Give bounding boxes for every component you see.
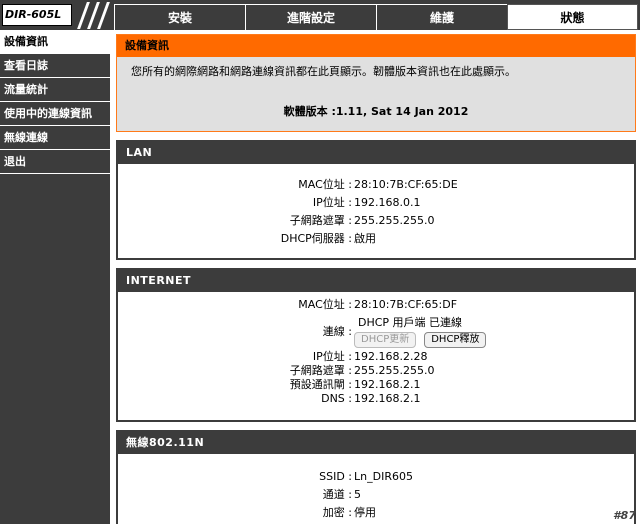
sidebar: 設備資訊 查看日誌 流量統計 使用中的連線資訊 無線連線 退出 <box>0 30 110 524</box>
wireless-channel-value: 5 <box>354 488 361 501</box>
main-content: 設備資訊 您所有的網際網路和網路連線資訊都在此頁顯示。韌體版本資訊也在此處顯示。… <box>116 34 636 524</box>
wireless-encryption-value: 停用 <box>354 506 376 519</box>
sidebar-item-statistics[interactable]: 流量統計 <box>0 78 110 102</box>
watermark: #87 <box>613 509 636 522</box>
device-info-title: 設備資訊 <box>117 35 635 57</box>
lan-mac-row: MAC位址 : 28:10:7B:CF:65:DE <box>118 176 634 194</box>
lan-mac-value: 28:10:7B:CF:65:DE <box>354 178 458 191</box>
lan-ip-value: 192.168.0.1 <box>354 196 421 209</box>
internet-mac-value: 28:10:7B:CF:65:DF <box>354 298 458 311</box>
wireless-ssid-label: SSID : <box>319 470 352 483</box>
internet-subnet-label: 子網路遮罩 : <box>289 364 352 377</box>
lan-dhcp-label: DHCP伺服器 : <box>280 232 352 245</box>
wireless-channel-label: 通道 : <box>322 488 352 501</box>
lan-dhcp-value: 啟用 <box>354 232 376 245</box>
top-navigation-bar: DIR-605L 安裝 進階設定 維護 狀態 <box>0 0 640 30</box>
lan-subnet-value: 255.255.255.0 <box>354 214 435 227</box>
device-info-panel: 設備資訊 您所有的網際網路和網路連線資訊都在此頁顯示。韌體版本資訊也在此處顯示。… <box>116 34 636 132</box>
main-tabs: 安裝 進階設定 維護 狀態 <box>114 4 640 30</box>
lan-subnet-row: 子網路遮罩 : 255.255.255.0 <box>118 212 634 230</box>
lan-ip-label: IP位址 : <box>312 196 352 209</box>
wireless-title: 無線802.11N <box>118 432 634 454</box>
lan-dhcp-row: DHCP伺服器 : 啟用 <box>118 230 634 248</box>
wireless-channel-row: 通道 : 5 <box>118 486 634 504</box>
sidebar-item-logs[interactable]: 查看日誌 <box>0 54 110 78</box>
sidebar-item-logout[interactable]: 退出 <box>0 150 110 174</box>
sidebar-item-device-info[interactable]: 設備資訊 <box>0 30 110 54</box>
model-label: DIR-605L <box>2 4 72 26</box>
tab-setup[interactable]: 安裝 <box>114 4 245 30</box>
lan-ip-row: IP位址 : 192.168.0.1 <box>118 194 634 212</box>
internet-dns-row: DNS : 192.168.2.1 <box>118 392 634 406</box>
internet-mac-label: MAC位址 : <box>298 298 352 311</box>
internet-gateway-label: 預設通訊閘 : <box>289 378 352 391</box>
lan-section: LAN MAC位址 : 28:10:7B:CF:65:DE IP位址 : 192… <box>116 140 636 260</box>
internet-subnet-value: 255.255.255.0 <box>354 364 435 377</box>
internet-dns-value: 192.168.2.1 <box>354 392 421 405</box>
lan-subnet-label: 子網路遮罩 : <box>289 214 352 227</box>
internet-section: INTERNET MAC位址 : 28:10:7B:CF:65:DF 連線 : … <box>116 268 636 422</box>
internet-ip-value: 192.168.2.28 <box>354 350 428 363</box>
tab-advanced[interactable]: 進階設定 <box>245 4 376 30</box>
dhcp-release-button[interactable]: DHCP釋放 <box>424 332 487 348</box>
sidebar-item-active-sessions[interactable]: 使用中的連線資訊 <box>0 102 110 126</box>
internet-connection-row: 連線 : DHCP 用戶端 已連線 DHCP更新 DHCP釋放 <box>118 314 634 350</box>
slash-decoration-icon <box>76 2 110 29</box>
internet-ip-label: IP位址 : <box>312 350 352 363</box>
wireless-ssid-value: Ln_DIR605 <box>354 470 413 483</box>
internet-gateway-row: 預設通訊閘 : 192.168.2.1 <box>118 378 634 392</box>
tab-maintenance[interactable]: 維護 <box>376 4 507 30</box>
lan-title: LAN <box>118 142 634 164</box>
internet-gateway-value: 192.168.2.1 <box>354 378 421 391</box>
internet-ip-row: IP位址 : 192.168.2.28 <box>118 350 634 364</box>
dhcp-renew-button[interactable]: DHCP更新 <box>354 332 417 348</box>
wireless-section: 無線802.11N SSID : Ln_DIR605 通道 : 5 加密 : 停… <box>116 430 636 524</box>
device-info-description: 您所有的網際網路和網路連線資訊都在此頁顯示。韌體版本資訊也在此處顯示。 <box>131 65 516 78</box>
wireless-encryption-label: 加密 : <box>322 506 352 519</box>
wireless-ssid-row: SSID : Ln_DIR605 <box>118 468 634 486</box>
internet-title: INTERNET <box>118 270 634 292</box>
internet-connection-label: 連線 : <box>322 325 352 338</box>
internet-dns-label: DNS : <box>321 392 352 405</box>
wireless-encryption-row: 加密 : 停用 <box>118 504 634 522</box>
lan-mac-label: MAC位址 : <box>298 178 352 191</box>
internet-mac-row: MAC位址 : 28:10:7B:CF:65:DF <box>118 296 634 314</box>
internet-connection-status: DHCP 用戶端 已連線 <box>358 316 463 329</box>
internet-subnet-row: 子網路遮罩 : 255.255.255.0 <box>118 364 634 378</box>
sidebar-item-wireless[interactable]: 無線連線 <box>0 126 110 150</box>
firmware-version: 軟體版本 :1.11, Sat 14 Jan 2012 <box>283 105 469 118</box>
tab-status[interactable]: 狀態 <box>507 4 638 30</box>
